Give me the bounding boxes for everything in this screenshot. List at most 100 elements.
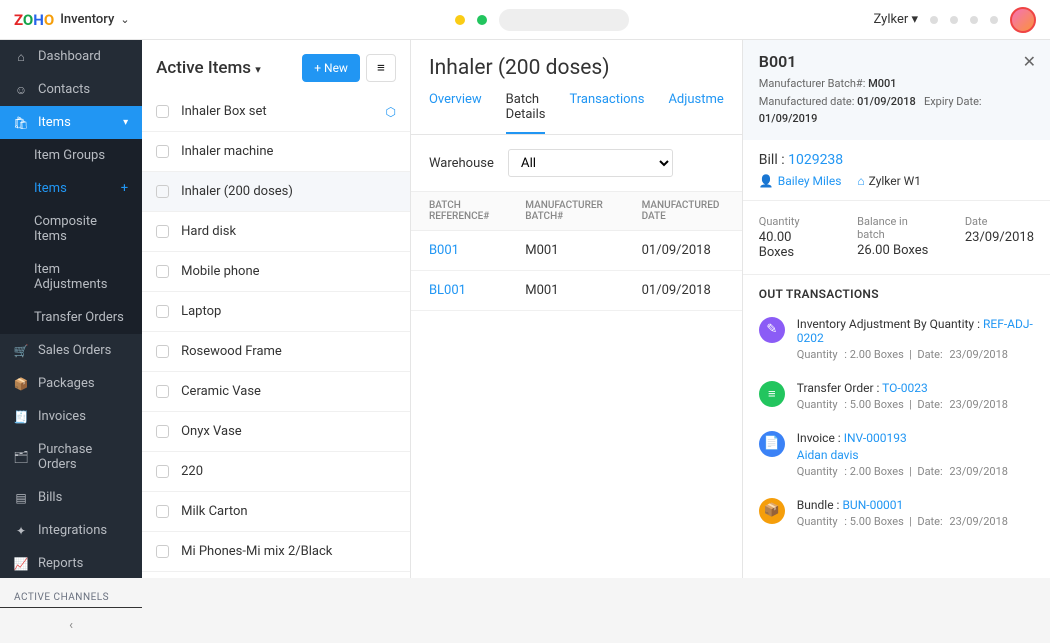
home-icon: ⌂ [857, 174, 864, 188]
channels-label: ACTIVE CHANNELS [0, 580, 142, 607]
transaction-row[interactable]: ≡Transfer Order : TO-0023Quantity : 5.00… [743, 373, 1050, 423]
checkbox[interactable] [156, 545, 169, 558]
checkbox[interactable] [156, 505, 169, 518]
top-mid [455, 9, 629, 31]
checkbox[interactable] [156, 265, 169, 278]
table-row[interactable]: B001M00101/09/2018 [411, 231, 742, 271]
warehouse-select[interactable]: All [508, 149, 673, 177]
nav-contacts[interactable]: ☺Contacts [0, 73, 142, 106]
item-row[interactable]: Hard disk [142, 212, 410, 252]
contact-link[interactable]: 👤Bailey Miles [759, 174, 842, 188]
checkbox[interactable] [156, 105, 169, 118]
new-button[interactable]: + New [302, 54, 360, 82]
zoho-logo: ZOHO [14, 11, 54, 29]
header-dot[interactable] [930, 16, 938, 24]
nav-items[interactable]: 🛍Items▾ [0, 106, 142, 139]
checkbox[interactable] [156, 185, 169, 198]
nav-bills[interactable]: ▤Bills [0, 481, 142, 514]
item-row[interactable]: Mobile phone [142, 252, 410, 292]
tab-overview[interactable]: Overview [429, 92, 482, 134]
search-input[interactable] [499, 9, 629, 31]
item-row[interactable]: Inhaler machine [142, 132, 410, 172]
nav-adjustments[interactable]: Item Adjustments [0, 253, 142, 301]
checkbox[interactable] [156, 225, 169, 238]
checkbox[interactable] [156, 345, 169, 358]
item-title: Inhaler (200 doses) [429, 56, 724, 80]
item-row[interactable]: Mi Phones-Mi mix 2/Black [142, 532, 410, 572]
transaction-row[interactable]: ✎Inventory Adjustment By Quantity : REF-… [743, 309, 1050, 373]
item-row[interactable]: Onyx Vase [142, 412, 410, 452]
tx-ref-link[interactable]: BUN-00001 [842, 498, 903, 512]
chevron-left-icon: ‹ [69, 618, 73, 633]
item-row[interactable]: Inhaler Box set ⬡ [142, 92, 410, 132]
brand[interactable]: ZOHO Inventory ⌄ [14, 11, 130, 29]
table-row[interactable]: BL001M00101/09/2018 [411, 271, 742, 311]
tab-adjustments[interactable]: Adjustme [668, 92, 723, 134]
header-dot[interactable] [950, 16, 958, 24]
batch-ref-link[interactable]: BL001 [411, 271, 515, 311]
menu-button[interactable]: ≡ [366, 54, 396, 82]
item-name: Inhaler (200 doses) [181, 184, 293, 199]
item-row[interactable]: 220 [142, 452, 410, 492]
checkbox[interactable] [156, 425, 169, 438]
avatar[interactable] [1010, 7, 1036, 33]
product-name: Inventory [60, 12, 114, 27]
tab-transactions[interactable]: Transactions [569, 92, 644, 134]
nav-packages[interactable]: 📦Packages [0, 367, 142, 400]
nav-invoices[interactable]: 🧾Invoices [0, 400, 142, 433]
nav-sales[interactable]: 🛒Sales Orders [0, 334, 142, 367]
invoice-icon: 🧾 [14, 410, 28, 424]
header-dot[interactable] [990, 16, 998, 24]
nav-dashboard[interactable]: ⌂Dashboard [0, 40, 142, 73]
checkbox[interactable] [156, 145, 169, 158]
item-row[interactable]: Inhaler (200 doses) [142, 172, 410, 212]
col-ref: BATCH REFERENCE# [411, 192, 515, 231]
transaction-row[interactable]: 📦Bundle : BUN-00001Quantity : 5.00 Boxes… [743, 490, 1050, 540]
tx-contact-link[interactable]: Aidan davis [797, 448, 1034, 462]
item-name: Hard disk [181, 224, 236, 239]
chevron-down-icon: ⌄ [120, 13, 129, 26]
item-name: Rosewood Frame [181, 344, 282, 359]
item-row[interactable]: Laptop [142, 292, 410, 332]
package-icon: ⬡ [385, 105, 395, 119]
items-title[interactable]: Active Items ▾ [156, 58, 261, 78]
reports-icon: 📈 [14, 557, 28, 571]
top-right: Zylker ▾ [874, 7, 1036, 33]
transaction-row[interactable]: 📄Invoice : INV-000193Aidan davisQuantity… [743, 423, 1050, 490]
po-icon: 🗂 [14, 450, 28, 464]
item-row[interactable]: Ceramic Vase [142, 372, 410, 412]
checkbox[interactable] [156, 385, 169, 398]
nav-transfer[interactable]: Transfer Orders [0, 301, 142, 334]
tab-batch[interactable]: Batch Details [506, 92, 546, 134]
batch-ref-link[interactable]: B001 [411, 231, 515, 271]
nav-po[interactable]: 🗂Purchase Orders [0, 433, 142, 481]
close-icon[interactable]: ✕ [1023, 52, 1036, 71]
stat: Balance in batch26.00 Boxes [857, 215, 935, 260]
items-column: Active Items ▾ + New ≡ Inhaler Box set⬡I… [142, 40, 411, 578]
sidebar-collapse[interactable]: ‹ [0, 607, 142, 643]
nav-items-sub[interactable]: Items+ [0, 172, 142, 205]
item-row[interactable]: Milk Carton [142, 492, 410, 532]
checkbox[interactable] [156, 465, 169, 478]
plus-icon[interactable]: + [121, 181, 128, 196]
nav-item-groups[interactable]: Item Groups [0, 139, 142, 172]
item-row[interactable]: Rosewood Frame [142, 332, 410, 372]
tx-type-icon: ✎ [759, 317, 785, 343]
chevron-down-icon: ▾ [123, 117, 128, 128]
item-name: Onyx Vase [181, 424, 242, 439]
item-name: 220 [181, 464, 203, 479]
package-icon: 📦 [14, 377, 28, 391]
bill-link[interactable]: Bill : 1029238 [759, 152, 1034, 168]
tx-ref-link[interactable]: TO-0023 [882, 381, 928, 395]
nav-composite[interactable]: Composite Items [0, 205, 142, 253]
checkbox[interactable] [156, 305, 169, 318]
tx-ref-link[interactable]: INV-000193 [844, 431, 907, 445]
nav-reports[interactable]: 📈Reports [0, 547, 142, 580]
header-dot[interactable] [970, 16, 978, 24]
org-switcher[interactable]: Zylker ▾ [874, 12, 918, 27]
nav-integrations[interactable]: ✦Integrations [0, 514, 142, 547]
item-name: Milk Carton [181, 504, 247, 519]
tx-type-icon: ≡ [759, 381, 785, 407]
col-date: MANUFACTURED DATE [632, 192, 742, 231]
item-name: Inhaler Box set [181, 104, 267, 119]
